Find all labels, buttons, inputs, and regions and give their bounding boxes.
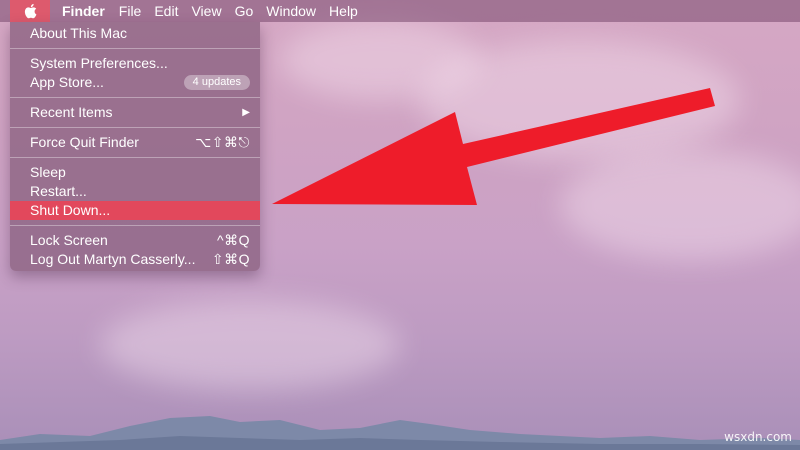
menu-separator <box>10 225 260 226</box>
menu-item-label: Lock Screen <box>30 232 108 248</box>
menu-item-label: Shut Down... <box>30 202 111 218</box>
menu-item-restart[interactable]: Restart... <box>10 182 260 201</box>
menubar-view[interactable]: View <box>191 0 234 22</box>
keyboard-shortcut: ⌥⇧⌘⎋ <box>195 134 250 150</box>
menu-separator <box>10 157 260 158</box>
menu-separator <box>10 97 260 98</box>
menu-item-about[interactable]: About This Mac <box>10 24 260 43</box>
mountain-range <box>0 416 800 450</box>
menu-item-log-out[interactable]: Log Out Martyn Casserly... ⇧⌘Q <box>10 250 260 269</box>
menu-item-shut-down[interactable]: Shut Down... <box>10 201 260 220</box>
menubar-file[interactable]: File <box>119 0 155 22</box>
menu-item-app-store[interactable]: App Store... 4 updates <box>10 73 260 92</box>
apple-menu-dropdown: About This Mac System Preferences... App… <box>10 22 260 271</box>
menubar-window[interactable]: Window <box>266 0 329 22</box>
menu-item-label: Sleep <box>30 164 66 180</box>
menu-item-label: Restart... <box>30 183 87 199</box>
menu-item-lock-screen[interactable]: Lock Screen ^⌘Q <box>10 231 260 250</box>
menu-bar: Finder File Edit View Go Window Help <box>0 0 800 22</box>
menu-item-force-quit[interactable]: Force Quit Finder ⌥⇧⌘⎋ <box>10 133 260 152</box>
menu-item-label: Force Quit Finder <box>30 134 139 150</box>
menu-item-system-preferences[interactable]: System Preferences... <box>10 54 260 73</box>
menu-item-label: Recent Items <box>30 104 113 120</box>
menu-item-label: System Preferences... <box>30 55 168 71</box>
updates-badge: 4 updates <box>183 75 250 90</box>
submenu-arrow-icon: ▶ <box>242 107 250 118</box>
menu-item-sleep[interactable]: Sleep <box>10 163 260 182</box>
keyboard-shortcut: ⇧⌘Q <box>211 251 250 267</box>
menu-item-label: About This Mac <box>30 25 128 41</box>
apple-menu-button[interactable] <box>10 0 50 22</box>
watermark: wsxdn.com <box>724 430 792 444</box>
menu-item-recent-items[interactable]: Recent Items ▶ <box>10 103 260 122</box>
menu-item-label: Log Out Martyn Casserly... <box>30 251 196 267</box>
menubar-edit[interactable]: Edit <box>154 0 191 22</box>
menubar-finder[interactable]: Finder <box>50 0 119 22</box>
menubar-help[interactable]: Help <box>329 0 371 22</box>
menu-separator <box>10 127 260 128</box>
apple-logo-icon <box>24 3 37 19</box>
keyboard-shortcut: ^⌘Q <box>217 232 250 248</box>
menu-separator <box>10 48 260 49</box>
menubar-go[interactable]: Go <box>235 0 267 22</box>
menu-item-label: App Store... <box>30 74 104 90</box>
